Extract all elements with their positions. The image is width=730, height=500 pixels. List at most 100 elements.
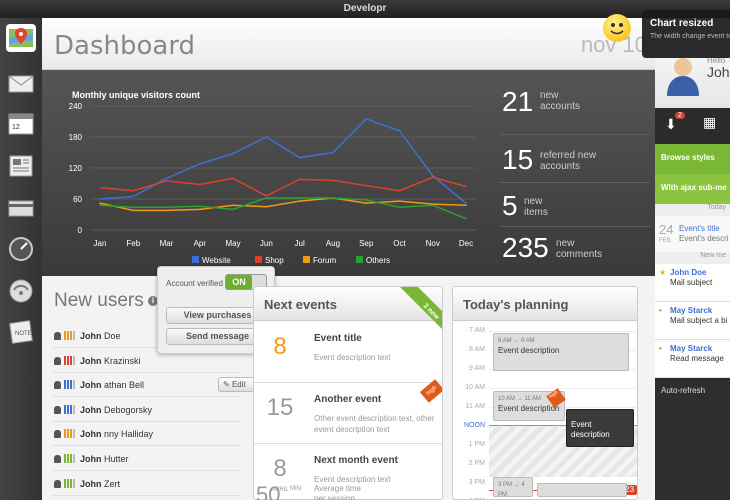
user-name: John Zert	[80, 478, 121, 489]
data-point	[431, 204, 434, 206]
visitors-chart[interactable]: 0 60 120 180 240 Jan Feb Mar Apr May Jun Jul Aug Sep O…	[42, 98, 492, 276]
legend-label: Others	[366, 256, 390, 265]
hour-label: NOON	[464, 422, 485, 429]
notification-badge: 2	[675, 112, 685, 119]
download-icon[interactable]: ⬇	[665, 116, 677, 133]
x-tick-label: Sep	[359, 239, 374, 248]
stat-divider	[500, 226, 650, 227]
user-icon	[54, 332, 61, 340]
toast-title: Chart resized	[650, 18, 714, 29]
data-point	[265, 197, 268, 199]
data-point	[99, 198, 101, 200]
user-level-bars	[64, 355, 75, 365]
data-point	[99, 186, 101, 189]
event-item[interactable]: 8 Event title Event description text	[254, 321, 442, 383]
next-events-panel: Next events 3 new 8 Event title Event desc…	[253, 286, 443, 500]
card-icon[interactable]	[6, 194, 36, 222]
stat-number: 5	[502, 190, 518, 221]
sidebar: 12 NOTE	[0, 18, 42, 500]
user-level-bars	[64, 380, 75, 390]
calendar-icon[interactable]: 12	[6, 110, 36, 138]
hour-label: 11 AM	[465, 403, 485, 410]
x-tick-label: May	[226, 239, 241, 248]
x-tick-label: Aug	[326, 239, 340, 248]
auto-refresh[interactable]: Auto-refresh	[655, 384, 730, 404]
planning-event[interactable]: 3 PM → 4 PM	[493, 477, 533, 498]
data-point	[398, 206, 401, 209]
user-icon	[54, 381, 61, 390]
legend-swatch	[356, 256, 363, 263]
notes-icon[interactable]: NOTE	[6, 318, 36, 346]
event-day: 15	[266, 394, 294, 421]
edit-button[interactable]: ✎ Edit	[223, 380, 246, 389]
data-point	[398, 189, 401, 192]
data-point	[365, 118, 367, 120]
data-point	[332, 151, 334, 154]
svg-text:NOTE: NOTE	[15, 331, 32, 337]
edit-label: Edit	[231, 380, 246, 389]
average-time-unit: MIN	[290, 486, 301, 492]
message-subject: Read message	[670, 354, 724, 363]
toast-notification[interactable]: Chart resized The width change event tri…	[642, 10, 730, 58]
legend-swatch	[255, 256, 262, 263]
data-point	[332, 197, 334, 199]
hour-label: 7 AM	[469, 327, 485, 334]
data-point	[199, 183, 201, 186]
data-point	[165, 209, 168, 212]
newspaper-icon[interactable]	[6, 152, 36, 180]
user-row[interactable]: John athan Bell	[52, 373, 240, 398]
hour-label: 9 AM	[469, 365, 485, 372]
event-day: 8	[273, 455, 287, 482]
user-toolbar: ⬇ 2 ▦	[655, 108, 730, 144]
planning-title: Today's planning	[463, 297, 569, 312]
calendar-event[interactable]: 24 FEB Event's title Event's descri	[655, 216, 730, 252]
event-item[interactable]: 15 Another event Other event description t…	[254, 379, 442, 444]
data-point	[232, 208, 234, 211]
users-title: New users	[54, 290, 144, 311]
stat-divider	[500, 182, 650, 183]
menu-browse-styles[interactable]: Browse styles	[655, 144, 730, 174]
data-point	[232, 177, 234, 180]
dashboard-gauge-icon[interactable]	[6, 234, 36, 262]
planning-event[interactable]	[537, 483, 627, 497]
user-icon	[54, 479, 61, 488]
page-header: Dashboard nov 10	[42, 18, 655, 70]
series-line-shop	[99, 176, 467, 197]
cal-day: 24	[659, 222, 674, 237]
message-subject: Mail subject a bi	[670, 316, 728, 325]
user-row[interactable]: John Debogorsky	[52, 398, 240, 422]
data-point	[298, 200, 301, 202]
map-icon[interactable]	[6, 24, 36, 52]
planning-event-highlighted[interactable]: Event description	[566, 409, 634, 447]
data-point	[132, 206, 135, 209]
wifi-icon[interactable]	[6, 276, 36, 304]
message-item[interactable]: ★ John Doe Mail subject	[655, 264, 730, 302]
toggle-on-label: ON	[226, 275, 252, 289]
message-item[interactable]: • May Starck Read message	[655, 340, 730, 378]
mail-icon[interactable]	[6, 70, 36, 98]
data-point	[199, 205, 201, 208]
user-level-bars	[64, 404, 75, 414]
data-point	[365, 202, 367, 204]
user-row[interactable]: John Zert	[52, 472, 240, 496]
data-point	[265, 195, 268, 197]
event-day: 8	[273, 333, 287, 360]
data-point	[99, 202, 101, 204]
data-point	[298, 178, 301, 181]
planning-event[interactable]: 8 AM → 9 AM Event description	[493, 333, 629, 371]
stat-number: 15	[502, 144, 534, 175]
stat-number: 235	[502, 232, 549, 263]
user-name: John Krazinski	[80, 355, 141, 366]
menu-ajax-submenu[interactable]: With ajax sub-me	[655, 174, 730, 204]
event-title: Event title	[314, 333, 362, 344]
x-tick-label: Jan	[94, 239, 107, 248]
message-item[interactable]: • May Starck Mail subject a bi	[655, 302, 730, 340]
svg-text:12: 12	[12, 124, 20, 131]
calendar-small-icon[interactable]: ▦	[703, 114, 716, 131]
app-title: Developr	[343, 3, 387, 14]
x-tick-label: Nov	[426, 239, 440, 248]
stat-label: referred new accounts	[540, 150, 597, 172]
user-row[interactable]: John nny Halliday	[52, 422, 240, 447]
user-row[interactable]: John Hutter	[52, 447, 240, 471]
cal-desc: Event's descri	[679, 234, 729, 243]
